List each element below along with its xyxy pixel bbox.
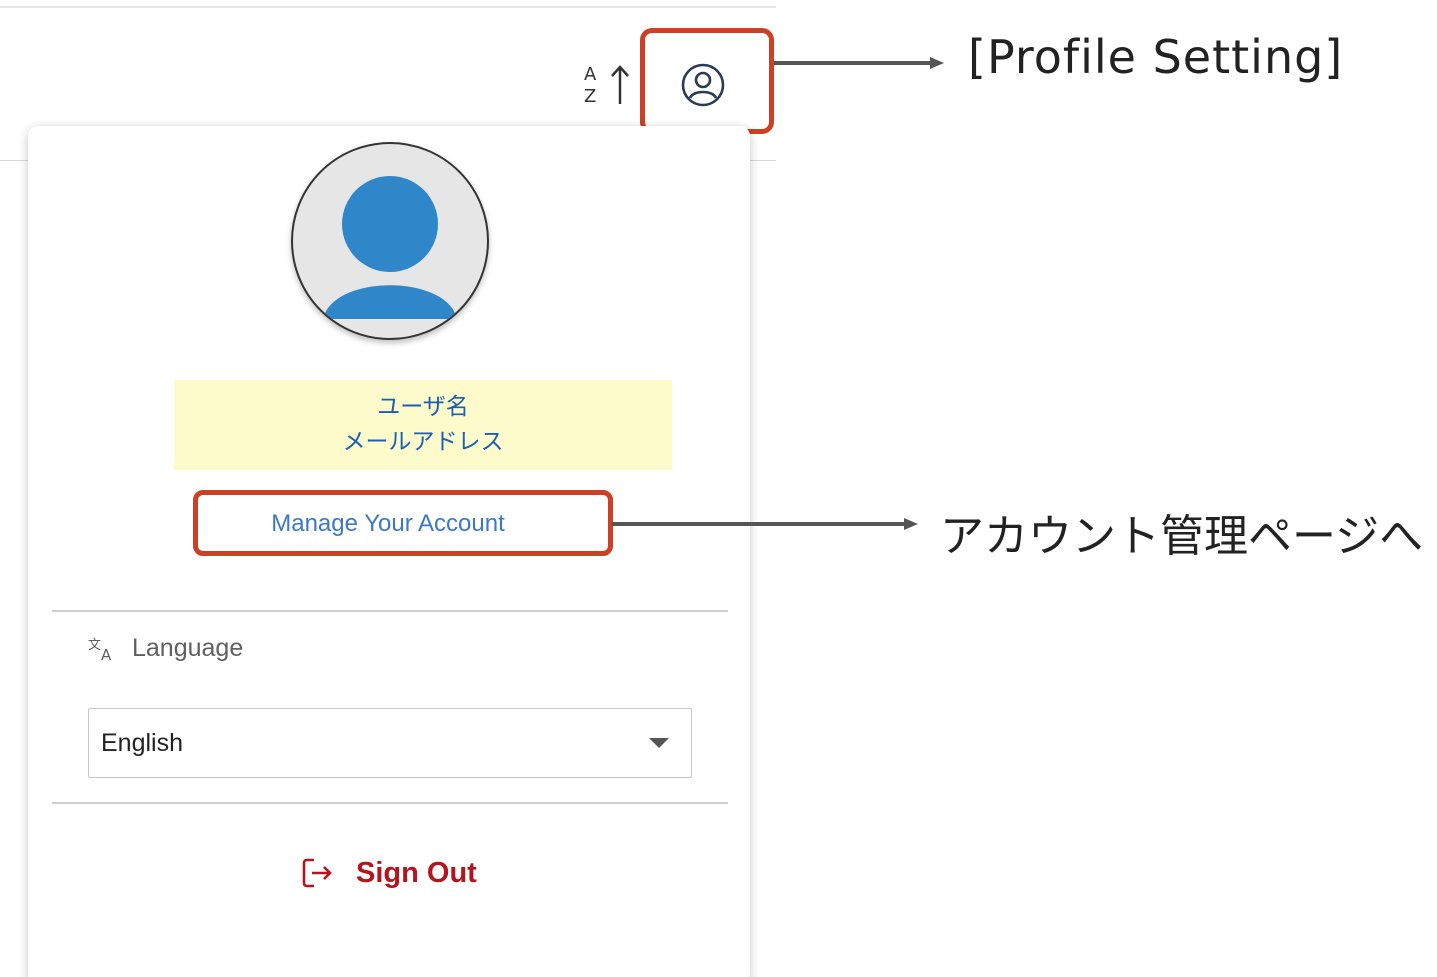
annotation-arrow-line [774,61,930,65]
user-info: ユーザ名 メールアドレス [174,380,672,470]
annotation-arrow-head [930,57,944,69]
manage-account-highlight-box [193,490,613,556]
annotation-arrow-head [904,518,918,530]
svg-text:Z: Z [584,86,596,107]
top-divider [0,6,776,8]
annotation-manage-account-page: アカウント管理ページへ [940,511,1424,562]
language-selected-value: English [101,728,183,757]
language-select[interactable]: English [88,708,692,778]
avatar [291,142,489,340]
divider [52,610,728,612]
profile-highlight-box [640,28,774,134]
language-label-text: Language [132,634,244,662]
annotation-profile-setting: [Profile Setting] [968,30,1344,84]
svg-text:A: A [584,64,597,85]
sign-out-label: Sign Out [356,856,477,889]
user-name: ユーザ名 [377,394,469,420]
language-label: 文 A Language [88,634,243,663]
user-email: メールアドレス [342,429,504,455]
page: A Z [Profile Setting] ユーザ名 メールアドレス Manag… [0,0,1437,977]
sign-out-button[interactable]: Sign Out [300,856,477,890]
logout-icon [302,858,332,888]
svg-text:文: 文 [88,638,101,653]
translate-icon: 文 A [88,638,112,662]
caret-down-icon [649,738,669,748]
annotation-arrow-line [612,522,904,526]
sort-az-icon[interactable]: A Z [578,60,634,110]
avatar-person-icon [323,176,457,319]
divider [52,802,728,804]
svg-text:A: A [101,646,112,662]
